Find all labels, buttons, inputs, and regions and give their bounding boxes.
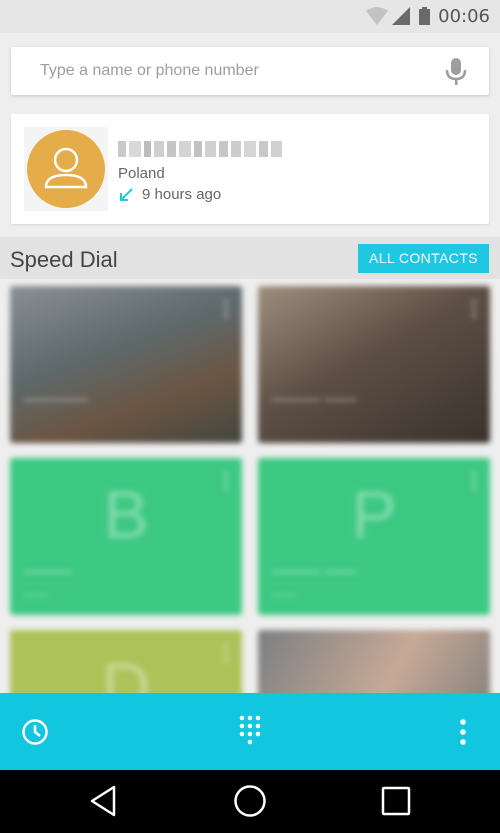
overflow-menu-icon[interactable] [224,472,228,490]
speed-dial-tile[interactable]: ———— [10,286,242,443]
tile-name: ———— [24,391,88,408]
tile-sub: —— [24,587,48,601]
redacted-contact-name [118,141,282,157]
clock-history-icon[interactable] [21,718,49,746]
search-box[interactable]: Type a name or phone number [11,47,489,95]
overflow-menu-icon[interactable] [472,300,476,318]
speed-dial-tile[interactable] [258,630,490,693]
person-icon [44,147,88,189]
recents-icon[interactable] [381,786,411,816]
avatar[interactable] [27,130,105,208]
mic-icon[interactable] [445,57,467,87]
bottom-action-bar [0,693,500,770]
speed-dial-tile[interactable]: B ——— —— [10,458,242,615]
tile-letter: P [351,477,397,553]
tile-name: ——— —— [272,563,357,580]
overflow-menu-icon[interactable] [224,644,228,662]
wifi-icon [366,7,388,25]
call-time-ago: 9 hours ago [142,186,222,203]
speed-dial-title: Speed Dial [10,247,118,272]
speed-dial-tile[interactable]: D [10,630,242,693]
tile-letter: D [101,649,151,693]
speed-dial-header: Speed Dial ALL CONTACTS [0,237,500,279]
overflow-menu-icon[interactable] [459,719,467,745]
call-info: 9 hours ago [118,186,221,203]
status-time: 00:06 [438,6,490,27]
tile-letter: B [103,477,149,553]
speed-dial-tile[interactable]: ——— —— [258,286,490,443]
speed-dial-tile[interactable]: P ——— —— —— [258,458,490,615]
dialpad-icon[interactable] [239,715,261,745]
back-icon[interactable] [88,784,118,818]
tile-name: ——— —— [272,391,357,408]
status-bar: 00:06 [0,0,500,33]
recent-call-card[interactable]: Poland 9 hours ago [11,114,489,224]
home-icon[interactable] [233,784,267,818]
battery-icon [419,7,430,25]
tile-name: ——— [24,563,72,580]
search-input[interactable]: Type a name or phone number [40,62,259,80]
signal-icon [392,7,410,25]
overflow-menu-icon[interactable] [472,472,476,490]
status-icons [366,7,430,25]
incoming-call-arrow-icon [120,187,133,201]
contact-country: Poland [118,165,165,182]
speed-dial-grid: ———— ——— —— B ——— —— P ——— —— —— D [0,279,500,693]
system-nav-bar [0,770,500,833]
all-contacts-button[interactable]: ALL CONTACTS [358,244,489,273]
tile-sub: —— [272,587,296,601]
overflow-menu-icon[interactable] [224,300,228,318]
